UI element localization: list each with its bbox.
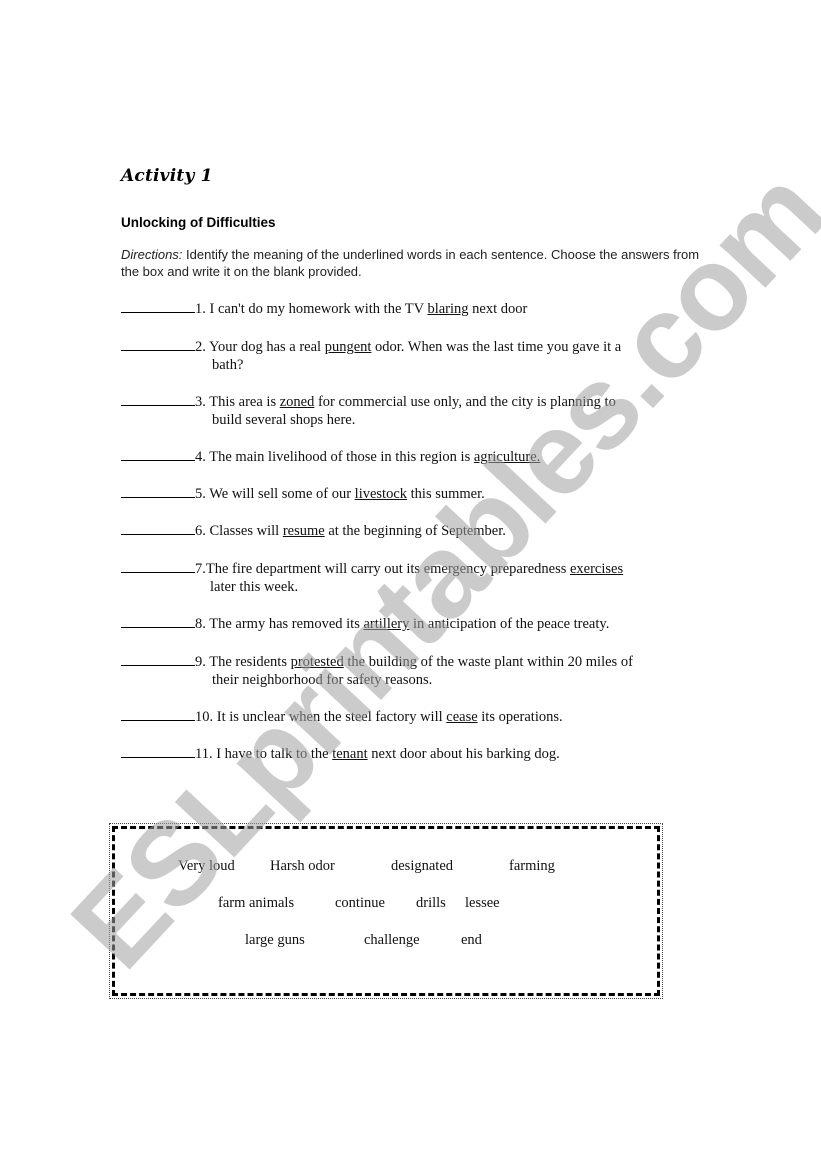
sentence-text: at the beginning of September. xyxy=(324,523,506,539)
sentence-continuation: bath? xyxy=(212,357,244,373)
underlined-word: cease xyxy=(446,709,478,725)
underlined-word: exercises xyxy=(569,561,624,577)
underlined-word: blaring xyxy=(427,301,469,317)
sentence-text: next door xyxy=(468,301,528,317)
item-number: 6. xyxy=(195,523,210,539)
answer-blank[interactable] xyxy=(121,614,195,628)
underlined-word: zoned xyxy=(279,394,315,410)
word-choice: designated xyxy=(391,858,454,874)
word-choice: farm animals xyxy=(218,895,295,911)
underlined-word: artillery xyxy=(363,616,410,632)
underlined-word: livestock xyxy=(354,486,408,502)
sentence-text: its operations. xyxy=(477,709,563,725)
word-choice: lessee xyxy=(465,895,500,911)
question-item-7: 7.The fire department will carry out its… xyxy=(121,559,711,596)
sentence-text: the building of the waste plant within 2… xyxy=(343,654,633,670)
word-choice: Very loud xyxy=(178,858,235,874)
sentence-text: The fire department will carry out its e… xyxy=(205,561,570,577)
question-item-9: 9. The residents protested the building … xyxy=(121,652,711,689)
sentence-text: this summer. xyxy=(407,486,485,502)
word-choice: end xyxy=(461,932,482,948)
answer-blank[interactable] xyxy=(121,744,195,758)
item-number: 10. xyxy=(195,709,217,725)
sentence-text: I can't do my homework with the TV xyxy=(209,301,428,317)
sentence-text: for commercial use only, and the city is… xyxy=(314,394,616,410)
directions-label: Directions: xyxy=(121,247,183,262)
section-title: Unlocking of Difficulties xyxy=(121,215,276,230)
word-choice: challenge xyxy=(364,932,420,948)
underlined-word: resume xyxy=(282,523,325,539)
item-number: 1. xyxy=(195,301,210,317)
directions: Directions: Identify the meaning of the … xyxy=(121,246,701,280)
answer-blank[interactable] xyxy=(121,652,195,666)
sentence-text: next door about his barking dog. xyxy=(367,746,560,762)
question-item-10: 10. It is unclear when the steel factory… xyxy=(121,707,711,726)
question-item-3: 3. This area is zoned for commercial use… xyxy=(121,392,711,429)
word-choice: Harsh odor xyxy=(270,858,335,874)
directions-text: Identify the meaning of the underlined w… xyxy=(121,247,700,279)
question-item-6: 6. Classes will resume at the beginning … xyxy=(121,521,711,540)
sentence-continuation: later this week. xyxy=(210,579,299,595)
underlined-word: protested xyxy=(290,654,344,670)
sentence-continuation: their neighborhood for safety reasons. xyxy=(212,672,433,688)
answer-blank[interactable] xyxy=(121,392,195,406)
question-item-8: 8. The army has removed its artillery in… xyxy=(121,614,711,633)
sentence-text: Your dog has a real xyxy=(208,339,325,355)
word-choice-box: Very loud Harsh odor designated farming … xyxy=(109,823,663,999)
activity-title: Activity 1 xyxy=(121,166,213,186)
question-item-4: 4. The main livelihood of those in this … xyxy=(121,447,711,466)
answer-blank[interactable] xyxy=(121,337,195,351)
item-number: 3. xyxy=(195,394,210,410)
sentence-text: We will sell some of our xyxy=(209,486,355,502)
sentence-text: This area is xyxy=(209,394,280,410)
item-number: 7. xyxy=(195,561,206,577)
word-choice: large guns xyxy=(245,932,305,948)
word-choice: farming xyxy=(509,858,555,874)
sentence-text: I have to talk to the xyxy=(216,746,333,762)
underlined-word: pungent xyxy=(324,339,372,355)
answer-blank[interactable] xyxy=(121,484,195,498)
item-number: 8. xyxy=(195,616,210,632)
answer-blank[interactable] xyxy=(121,521,195,535)
sentence-text: odor. When was the last time you gave it… xyxy=(371,339,622,355)
question-item-1: 1. I can't do my homework with the TV bl… xyxy=(121,299,711,318)
item-number: 2. xyxy=(195,339,209,355)
underlined-word: agriculture. xyxy=(473,449,541,465)
worksheet-page: Activity 1 Unlocking of Difficulties Dir… xyxy=(0,0,821,1169)
word-choice: drills xyxy=(416,895,446,911)
sentence-text: Classes will xyxy=(209,523,283,539)
word-choice: continue xyxy=(335,895,385,911)
sentence-text: The residents xyxy=(209,654,291,670)
sentence-text: The main livelihood of those in this reg… xyxy=(209,449,474,465)
sentence-continuation: build several shops here. xyxy=(212,412,356,428)
item-number: 5. xyxy=(195,486,210,502)
question-item-2: 2. Your dog has a real pungent odor. Whe… xyxy=(121,337,711,374)
sentence-text: It is unclear when the steel factory wil… xyxy=(216,709,447,725)
answer-blank[interactable] xyxy=(121,447,195,461)
answer-blank[interactable] xyxy=(121,299,195,313)
underlined-word: tenant xyxy=(332,746,368,762)
question-item-5: 5. We will sell some of our livestock th… xyxy=(121,484,711,503)
item-number: 9. xyxy=(195,654,210,670)
item-number: 4. xyxy=(195,449,210,465)
sentence-text: in anticipation of the peace treaty. xyxy=(409,616,610,632)
answer-blank[interactable] xyxy=(121,707,195,721)
sentence-text: The army has removed its xyxy=(209,616,364,632)
question-item-11: 11. I have to talk to the tenant next do… xyxy=(121,744,711,763)
item-number: 11. xyxy=(195,746,217,762)
answer-blank[interactable] xyxy=(121,559,195,573)
